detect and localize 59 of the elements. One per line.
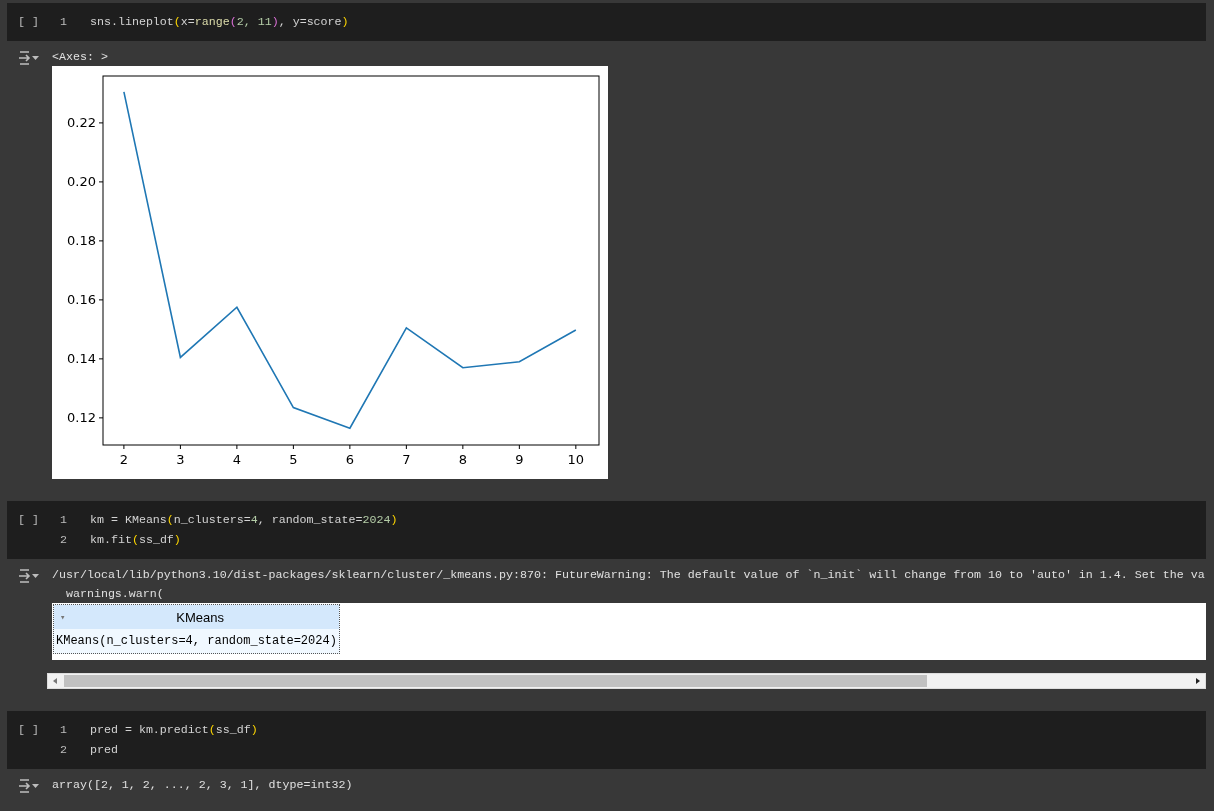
code-line: km.fit(ss_df) bbox=[90, 532, 182, 548]
y-tick bbox=[98, 240, 104, 242]
y-tick bbox=[98, 358, 104, 360]
x-tick-label: 2 bbox=[119, 452, 129, 467]
y-tick-label: 0.20 bbox=[67, 174, 96, 190]
execution-count[interactable]: [ ] bbox=[18, 12, 60, 32]
y-tick bbox=[98, 122, 104, 124]
x-tick-label: 4 bbox=[232, 452, 242, 467]
y-tick bbox=[98, 299, 104, 301]
estimator-title: KMeans bbox=[175, 609, 225, 625]
y-tick-label: 0.12 bbox=[67, 410, 96, 426]
estimator-repr: KMeans(n_clusters=4, random_state=2024) bbox=[55, 633, 338, 650]
output-text: /usr/local/lib/python3.10/dist-packages/sklearn/cluster/_kmeans.py:870: FutureWarning: The default value of `n_init` will change from 10 to 'auto' in 1.4. Set the va bbox=[52, 567, 1206, 583]
y-tick bbox=[98, 181, 104, 183]
y-tick-label: 0.14 bbox=[67, 351, 96, 367]
line-number: 2 bbox=[60, 742, 68, 758]
x-tick bbox=[405, 444, 407, 450]
line-number: 1 bbox=[60, 14, 68, 30]
x-tick-label: 6 bbox=[345, 452, 354, 467]
output-text: array([2, 1, 2, ..., 2, 3, 1], dtype=int32) bbox=[52, 777, 354, 793]
x-tick-label: 7 bbox=[402, 452, 411, 467]
scrollbar-thumb[interactable] bbox=[64, 675, 927, 687]
estimator-header[interactable]: ▾ KMeans bbox=[54, 605, 339, 629]
output-toggle-icon[interactable] bbox=[18, 50, 40, 66]
code-line: pred = km.predict(ss_df) bbox=[90, 722, 259, 738]
execution-count[interactable]: [ ] bbox=[18, 510, 60, 530]
x-tick-label: 8 bbox=[458, 452, 467, 467]
caret-icon: ▾ bbox=[60, 611, 66, 623]
x-tick-label: 9 bbox=[515, 452, 524, 467]
x-tick bbox=[123, 444, 125, 450]
code-line: pred bbox=[90, 742, 119, 758]
execution-count[interactable]: [ ] bbox=[18, 720, 60, 740]
y-tick-label: 0.18 bbox=[67, 233, 96, 249]
x-tick bbox=[349, 444, 351, 450]
line-number: 1 bbox=[60, 722, 68, 738]
x-tick-label: 3 bbox=[176, 452, 185, 467]
x-tick bbox=[292, 444, 294, 450]
y-tick bbox=[98, 417, 104, 419]
x-tick bbox=[462, 444, 464, 450]
horizontal-scrollbar[interactable] bbox=[47, 673, 1206, 689]
x-tick bbox=[518, 444, 520, 450]
x-tick bbox=[179, 444, 181, 450]
x-tick-label: 10 bbox=[567, 452, 585, 467]
line-number: 2 bbox=[60, 532, 68, 548]
y-tick-label: 0.22 bbox=[67, 115, 96, 131]
code-line: sns.lineplot(x=range(2, 11), y=score) bbox=[90, 14, 350, 30]
output-toggle-icon[interactable] bbox=[18, 568, 40, 584]
x-tick bbox=[575, 444, 577, 450]
output-toggle-icon[interactable] bbox=[18, 778, 40, 794]
y-tick-label: 0.16 bbox=[67, 292, 96, 308]
code-cell[interactable]: [ ] 1 sns.lineplot(x=range(2, 11), y=score) bbox=[7, 3, 1206, 41]
x-tick bbox=[236, 444, 238, 450]
code-line: km = KMeans(n_clusters=4, random_state=2024) bbox=[90, 512, 399, 528]
output-text: <Axes: > bbox=[52, 49, 109, 65]
code-cell[interactable]: [ ] 1 pred = km.predict(ss_df) 2 pred bbox=[7, 711, 1206, 769]
line-number: 1 bbox=[60, 512, 68, 528]
x-tick-label: 5 bbox=[289, 452, 298, 467]
output-text: warnings.warn( bbox=[64, 586, 165, 602]
code-cell[interactable]: [ ] 1 km = KMeans(n_clusters=4, random_state=2024) 2 km.fit(ss_df) bbox=[7, 501, 1206, 559]
